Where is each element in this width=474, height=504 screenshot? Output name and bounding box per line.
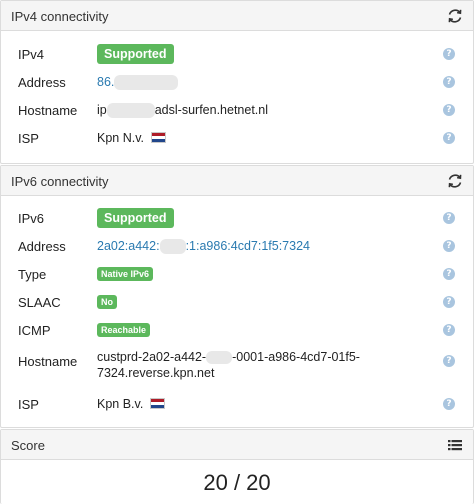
ipv4-hostname-prefix: ip xyxy=(97,103,107,117)
ipv4-supported-badge: Supported xyxy=(97,44,174,64)
redacted-block xyxy=(114,75,179,91)
netherlands-flag-icon xyxy=(150,132,166,144)
ipv4-support-label: IPv4 xyxy=(18,47,45,62)
help-icon[interactable]: ? xyxy=(443,355,455,367)
score-value: 20 / 20 xyxy=(203,470,271,495)
help-icon[interactable]: ? xyxy=(443,324,455,336)
ipv6-type-row: Type Native IPv6 ? xyxy=(1,264,473,286)
ipv6-hostname-prefix: custprd-2a02-a442- xyxy=(97,350,207,364)
score-panel-header: Score xyxy=(1,430,473,460)
ipv6-address-prefix: 2a02:a442: xyxy=(97,239,160,253)
ipv4-address-row: Address 86. ? xyxy=(1,72,473,94)
ipv4-isp-row: ISP Kpn N.v. ? xyxy=(1,128,473,150)
ipv6-isp-label: ISP xyxy=(18,397,39,412)
ipv4-support-row: IPv4 Supported ? xyxy=(1,44,473,66)
ipv6-slaac-label: SLAAC xyxy=(18,295,61,310)
refresh-icon[interactable] xyxy=(447,173,463,189)
help-icon[interactable]: ? xyxy=(443,398,455,410)
list-icon[interactable] xyxy=(447,437,463,453)
ipv4-address-label: Address xyxy=(18,75,66,90)
ipv6-type-label: Type xyxy=(18,267,47,282)
ipv6-address-suffix: :1:a986:4cd7:1f5:7324 xyxy=(185,239,310,253)
redacted-block xyxy=(206,351,233,365)
ipv6-panel-title: IPv6 connectivity xyxy=(11,174,109,189)
ipv6-panel-header: IPv6 connectivity xyxy=(1,166,473,196)
netherlands-flag-icon xyxy=(149,398,165,410)
help-icon[interactable]: ? xyxy=(443,240,455,252)
help-icon[interactable]: ? xyxy=(443,268,455,280)
help-icon[interactable]: ? xyxy=(443,104,455,116)
ipv6-slaac-row: SLAAC No ? xyxy=(1,292,473,314)
ipv6-isp-row: ISP Kpn B.v. ? xyxy=(1,394,473,416)
ipv6-isp-value: Kpn B.v. xyxy=(97,397,144,411)
ipv6-support-label: IPv6 xyxy=(18,211,45,226)
ipv6-support-row: IPv6 Supported ? xyxy=(1,208,473,230)
slaac-badge: No xyxy=(97,295,117,309)
icmp-reachable-badge: Reachable xyxy=(97,323,151,337)
ipv6-icmp-label: ICMP xyxy=(18,323,51,338)
ipv6-address-row: Address 2a02:a442::1:a986:4cd7:1f5:7324 … xyxy=(1,236,473,258)
ipv4-address-visible: 86. xyxy=(97,75,115,89)
help-icon[interactable]: ? xyxy=(443,76,455,88)
ipv4-isp-label: ISP xyxy=(18,131,39,146)
native-ipv6-badge: Native IPv6 xyxy=(97,267,154,281)
ipv6-hostname-row: Hostname custprd-2a02-a442- -0001-a986-4c… xyxy=(1,350,473,385)
ipv6-supported-badge: Supported xyxy=(97,208,174,228)
ipv4-address-link[interactable]: 86. xyxy=(97,75,179,91)
ipv4-panel-header: IPv4 connectivity xyxy=(1,1,473,31)
help-icon[interactable]: ? xyxy=(443,212,455,224)
redacted-block xyxy=(159,239,186,255)
ipv4-hostname-label: Hostname xyxy=(18,103,78,118)
score-panel-title: Score xyxy=(11,438,45,453)
redacted-block xyxy=(106,103,155,119)
ipv4-hostname-suffix: adsl-surfen.hetnet.nl xyxy=(154,103,268,117)
ipv4-panel: IPv4 connectivity IPv4 Supported ? Addre… xyxy=(0,0,474,164)
help-icon[interactable]: ? xyxy=(443,48,455,60)
help-icon[interactable]: ? xyxy=(443,132,455,144)
score-panel: Score 20 / 20 xyxy=(0,429,474,504)
ipv6-hostname-label: Hostname xyxy=(18,354,78,369)
refresh-icon[interactable] xyxy=(447,8,463,24)
ipv6-panel: IPv6 connectivity IPv6 Supported ? Addre… xyxy=(0,165,474,428)
ipv6-address-label: Address xyxy=(18,239,66,254)
ipv4-panel-title: IPv4 connectivity xyxy=(11,9,109,24)
ipv6-address-link[interactable]: 2a02:a442: :1:a986:4cd7:1f5:7324 xyxy=(97,239,310,255)
ipv4-hostname-row: Hostname ip adsl-surfen.hetnet.nl ? xyxy=(1,100,473,122)
ipv4-isp-value: Kpn N.v. xyxy=(97,131,145,145)
help-icon[interactable]: ? xyxy=(443,296,455,308)
ipv6-icmp-row: ICMP Reachable ? xyxy=(1,320,473,342)
